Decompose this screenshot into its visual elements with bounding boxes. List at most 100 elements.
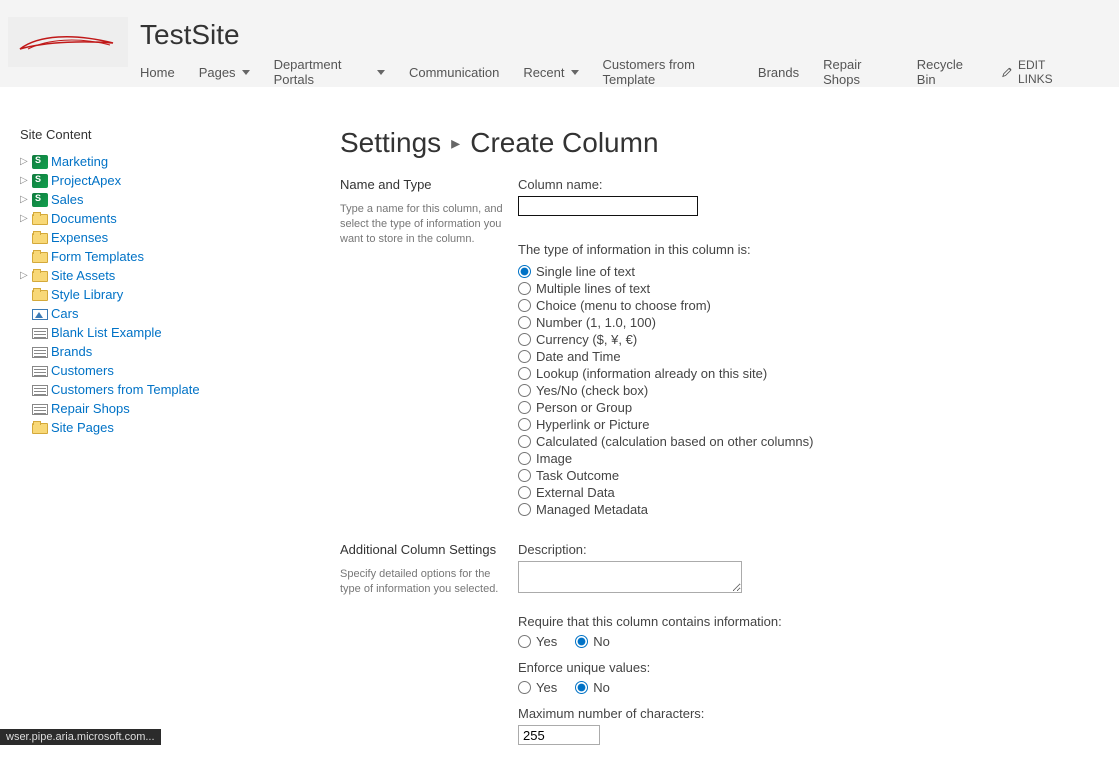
expand-icon[interactable]: ▷ [20,156,30,167]
tree-link[interactable]: Form Templates [51,249,144,264]
section-title: Additional Column Settings [340,542,506,557]
nav-item-recycle-bin[interactable]: Recycle Bin [917,57,978,87]
unique-yes-radio[interactable] [518,681,531,694]
tree-link[interactable]: Customers from Template [51,382,200,397]
tree-link[interactable]: Expenses [51,230,108,245]
tree-link[interactable]: Cars [51,306,78,321]
column-type-radio[interactable] [518,452,531,465]
column-type-radio[interactable] [518,469,531,482]
unique-yes-option[interactable]: Yes [518,679,557,696]
column-type-radio[interactable] [518,367,531,380]
column-type-radio[interactable] [518,350,531,363]
column-type-option[interactable]: Number (1, 1.0, 100) [518,314,938,331]
tree-link[interactable]: Style Library [51,287,123,302]
column-type-option[interactable]: Lookup (information already on this site… [518,365,938,382]
section-description: Type a name for this column, and select … [340,202,506,247]
site-title[interactable]: TestSite [140,21,1115,49]
column-type-option[interactable]: Choice (menu to choose from) [518,297,938,314]
column-type-radio[interactable] [518,435,531,448]
column-type-option[interactable]: Calculated (calculation based on other c… [518,433,938,450]
nav-item-repair-shops[interactable]: Repair Shops [823,57,893,87]
nav-item-customers-from-template[interactable]: Customers from Template [603,57,734,87]
expand-icon[interactable]: ▷ [20,270,30,281]
folder-icon [32,271,48,282]
unique-no-radio[interactable] [575,681,588,694]
column-type-option[interactable]: Currency ($, ¥, €) [518,331,938,348]
description-label: Description: [518,542,938,557]
tree-item-customers: Customers [20,361,340,380]
tree-link[interactable]: Sales [51,192,84,207]
expand-icon[interactable]: ▷ [20,175,30,186]
expand-icon[interactable]: ▷ [20,213,30,224]
column-type-label: Number (1, 1.0, 100) [536,315,656,330]
column-type-radio[interactable] [518,299,531,312]
column-type-radio[interactable] [518,282,531,295]
column-type-radio[interactable] [518,418,531,431]
column-type-option[interactable]: Person or Group [518,399,938,416]
column-type-option[interactable]: Single line of text [518,263,938,280]
column-type-option[interactable]: External Data [518,484,938,501]
column-name-input[interactable] [518,196,698,216]
nav-item-brands[interactable]: Brands [758,65,799,80]
tree-link[interactable]: ProjectApex [51,173,121,188]
column-type-radio[interactable] [518,401,531,414]
edit-links-button[interactable]: EDIT LINKS [1002,58,1076,86]
folder-icon [32,252,48,263]
list-icon [32,347,48,358]
tree-item-expenses: Expenses [20,228,340,247]
top-nav: Home Pages Department Portals Communication… [140,57,1115,87]
column-type-option[interactable]: Date and Time [518,348,938,365]
section-additional-settings: Additional Column Settings Specify detai… [340,542,1099,745]
suite-bar [0,0,1119,11]
column-type-label: Date and Time [536,349,621,364]
column-type-radio[interactable] [518,384,531,397]
chevron-down-icon [242,70,250,75]
column-type-radio[interactable] [518,503,531,516]
nav-item-home[interactable]: Home [140,65,175,80]
column-type-option[interactable]: Multiple lines of text [518,280,938,297]
require-no-option[interactable]: No [575,633,610,650]
nav-item-department-portals[interactable]: Department Portals [274,57,385,87]
column-type-radio[interactable] [518,265,531,278]
unique-no-option[interactable]: No [575,679,610,696]
tree-link[interactable]: Site Pages [51,420,114,435]
tree-link[interactable]: Customers [51,363,114,378]
column-type-option[interactable]: Managed Metadata [518,501,938,518]
nav-item-pages[interactable]: Pages [199,65,250,80]
require-yes-option[interactable]: Yes [518,633,557,650]
column-type-option[interactable]: Yes/No (check box) [518,382,938,399]
section-name-and-type: Name and Type Type a name for this colum… [340,177,1099,518]
tree-link[interactable]: Repair Shops [51,401,130,416]
nav-item-communication[interactable]: Communication [409,65,499,80]
tree-link[interactable]: Blank List Example [51,325,162,340]
column-type-radio[interactable] [518,486,531,499]
tree-link[interactable]: Marketing [51,154,108,169]
section-description: Specify detailed options for the type of… [340,567,506,597]
column-type-label: Yes/No (check box) [536,383,648,398]
chevron-down-icon [377,70,385,75]
description-textarea[interactable] [518,561,742,593]
tree-link[interactable]: Site Assets [51,268,115,283]
nav-item-recent[interactable]: Recent [523,65,578,80]
breadcrumb: Settings ▸ Create Column [340,127,1099,159]
column-type-label: Currency ($, ¥, €) [536,332,637,347]
tree-item-repair-shops: Repair Shops [20,399,340,418]
column-type-option[interactable]: Image [518,450,938,467]
breadcrumb-root[interactable]: Settings [340,127,441,159]
column-type-option[interactable]: Task Outcome [518,467,938,484]
tree-link[interactable]: Documents [51,211,117,226]
tree-item-site-pages: Site Pages [20,418,340,437]
tree-link[interactable]: Brands [51,344,92,359]
site-logo[interactable] [8,17,128,67]
maxchars-input[interactable] [518,725,600,745]
require-yes-radio[interactable] [518,635,531,648]
expand-icon[interactable]: ▷ [20,194,30,205]
column-type-radio[interactable] [518,333,531,346]
column-type-label: Hyperlink or Picture [536,417,649,432]
browser-status-bar: wser.pipe.aria.microsoft.com... [0,729,161,745]
column-type-label: Multiple lines of text [536,281,650,296]
column-type-radio[interactable] [518,316,531,329]
column-type-option[interactable]: Hyperlink or Picture [518,416,938,433]
require-no-radio[interactable] [575,635,588,648]
tree-item-documents: ▷ Documents [20,209,340,228]
